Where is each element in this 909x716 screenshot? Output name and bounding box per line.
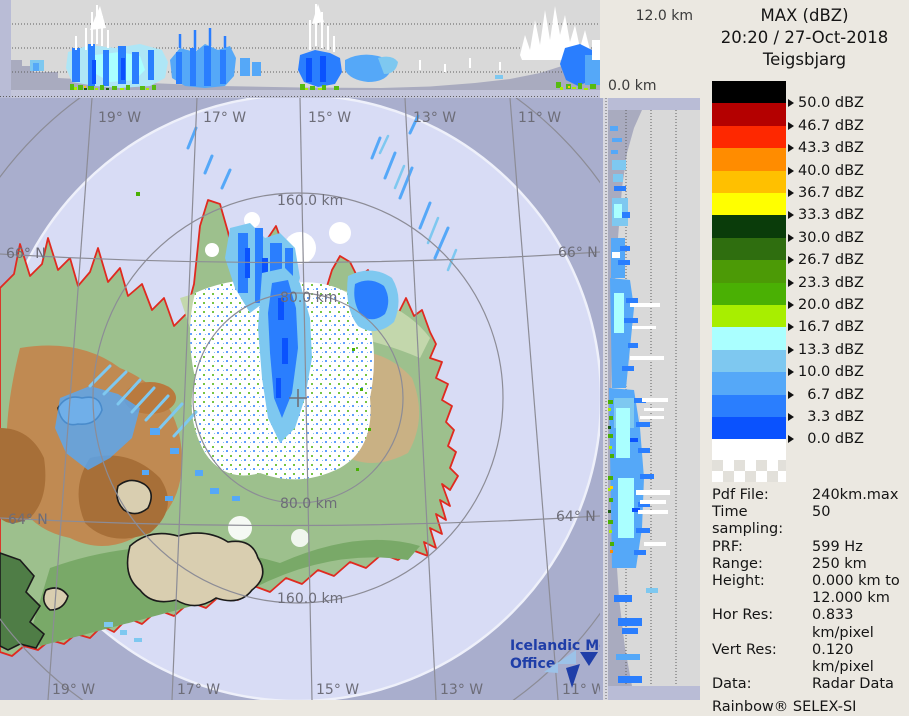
legend-threshold-label: 36.7 dBZ bbox=[788, 185, 864, 201]
legend-threshold-label: 20.0 dBZ bbox=[788, 297, 864, 313]
legend-threshold-label: 26.7 dBZ bbox=[788, 252, 864, 268]
lon-label: 11° W bbox=[518, 110, 561, 126]
lon-label: 11° W bbox=[562, 682, 600, 698]
lat-label: 64° N bbox=[8, 512, 48, 528]
radar-map: 19° W 17° W 15° W 13° W 11° W 19° W 17° … bbox=[0, 98, 600, 700]
radar-map-panel: 19° W 17° W 15° W 13° W 11° W 19° W 17° … bbox=[0, 98, 600, 700]
legend-color-swatch bbox=[712, 103, 786, 125]
metadata-row: 12.000 km bbox=[712, 590, 904, 607]
legend-threshold-label: 43.3 dBZ bbox=[788, 140, 864, 156]
tick-arrow-icon bbox=[788, 167, 794, 175]
legend-threshold-label: 33.3 dBZ bbox=[788, 207, 864, 223]
tick-arrow-icon bbox=[788, 211, 794, 219]
radar-display-window: { "header": { "product": "MAX (dBZ)", "d… bbox=[0, 0, 909, 700]
legend-color-swatch bbox=[712, 148, 786, 170]
range-ring-label: 80.0 km bbox=[280, 496, 337, 512]
metadata-row: Hor Res:0.833 km/pixel bbox=[712, 607, 904, 641]
lon-label: 17° W bbox=[177, 682, 220, 698]
legend-transparent-swatch bbox=[712, 460, 786, 482]
height-scale-corner: 12.0 km 0.0 km bbox=[600, 0, 700, 98]
top-height-profile-panel bbox=[0, 0, 600, 98]
lat-label: 64° N bbox=[556, 509, 596, 525]
legend-color-swatch bbox=[712, 395, 786, 417]
legend-threshold-label: 16.7 dBZ bbox=[788, 319, 864, 335]
lon-label: 17° W bbox=[203, 110, 246, 126]
tick-arrow-icon bbox=[788, 256, 794, 264]
right-height-profile-panel bbox=[600, 98, 700, 700]
legend-threshold-label: 46.7 dBZ bbox=[788, 118, 864, 134]
legend-threshold-label: 13.3 dBZ bbox=[788, 342, 864, 358]
legend-below-zero-swatch bbox=[712, 439, 786, 460]
height-scale-min-label: 0.0 km bbox=[608, 78, 656, 94]
lat-label: 66° N bbox=[558, 245, 598, 261]
metadata-row: Height:0.000 km to bbox=[712, 573, 904, 590]
tick-arrow-icon bbox=[788, 122, 794, 130]
metadata-row: Pdf File:240km.max bbox=[712, 487, 904, 504]
legend-color-swatch bbox=[712, 305, 786, 327]
lon-label: 19° W bbox=[52, 682, 95, 698]
tick-arrow-icon bbox=[788, 346, 794, 354]
metadata-row: PRF:599 Hz bbox=[712, 539, 904, 556]
legend-threshold-label: 10.0 dBZ bbox=[788, 364, 864, 380]
lon-label: 13° W bbox=[440, 682, 483, 698]
range-ring-label: 160.0 km bbox=[277, 591, 343, 607]
legend-threshold-label: 3.3 dBZ bbox=[788, 409, 864, 425]
legend-color-swatch bbox=[712, 81, 786, 103]
legend-color-swatch bbox=[712, 215, 786, 237]
legend-color-swatch bbox=[712, 260, 786, 282]
lon-label: 15° W bbox=[308, 110, 351, 126]
tick-arrow-icon bbox=[788, 413, 794, 421]
top-profile-plot bbox=[0, 0, 600, 98]
legend-threshold-label: 50.0 dBZ bbox=[788, 95, 864, 111]
legend-color-swatch bbox=[712, 126, 786, 148]
tick-arrow-icon bbox=[788, 368, 794, 376]
legend-color-swatch bbox=[712, 238, 786, 260]
metadata-row: Range:250 km bbox=[712, 556, 904, 573]
top-profile-left-margin bbox=[0, 0, 11, 98]
tick-arrow-icon bbox=[788, 99, 794, 107]
legend-color-swatch bbox=[712, 283, 786, 305]
tick-arrow-icon bbox=[788, 301, 794, 309]
legend-threshold-label: 30.0 dBZ bbox=[788, 230, 864, 246]
range-ring-label: 160.0 km bbox=[277, 193, 343, 209]
logo-text-line1: Icelandic Met bbox=[510, 638, 600, 654]
legend-threshold-label: 23.3 dBZ bbox=[788, 275, 864, 291]
metadata-rows: Pdf File:240km.maxTime sampling:50PRF:59… bbox=[712, 487, 904, 693]
tick-arrow-icon bbox=[788, 144, 794, 152]
tick-arrow-icon bbox=[788, 279, 794, 287]
tick-arrow-icon bbox=[788, 435, 794, 443]
legend-color-swatch bbox=[712, 350, 786, 372]
metadata-row: Time sampling:50 bbox=[712, 504, 904, 538]
legend: 50.0 dBZ 46.7 dBZ 43.3 dBZ 40.0 dBZ 36.7 dBZ… bbox=[700, 0, 909, 485]
legend-threshold-label: 0.0 dBZ bbox=[788, 431, 864, 447]
tick-arrow-icon bbox=[788, 234, 794, 242]
right-profile-bottom-band bbox=[608, 686, 700, 700]
height-scale-max-label: 12.0 km bbox=[636, 8, 693, 24]
range-ring-label: 80.0 km bbox=[280, 290, 337, 306]
lon-label: 13° W bbox=[413, 110, 456, 126]
metadata-row: Vert Res:0.120 km/pixel bbox=[712, 642, 904, 676]
legend-color-swatch bbox=[712, 171, 786, 193]
legend-color-swatch bbox=[712, 327, 786, 349]
legend-threshold-label: 6.7 dBZ bbox=[788, 387, 864, 403]
legend-color-swatch bbox=[712, 372, 786, 394]
lon-label: 19° W bbox=[98, 110, 141, 126]
metadata-row: Data:Radar Data bbox=[712, 676, 904, 693]
legend-color-swatch bbox=[712, 417, 786, 439]
tick-arrow-icon bbox=[788, 323, 794, 331]
tick-arrow-icon bbox=[788, 391, 794, 399]
tick-arrow-icon bbox=[788, 189, 794, 197]
lon-label: 15° W bbox=[316, 682, 359, 698]
legend-color-swatch bbox=[712, 193, 786, 215]
right-profile-plot bbox=[600, 98, 700, 700]
legend-threshold-label: 40.0 dBZ bbox=[788, 163, 864, 179]
software-footer: Rainbow® SELEX-SI bbox=[712, 699, 904, 716]
sidebar: MAX (dBZ) 20:20 / 27-Oct-2018 Teigsbjarg… bbox=[700, 0, 909, 700]
lat-label: 66° N bbox=[6, 246, 46, 262]
right-profile-top-band bbox=[608, 98, 700, 110]
scan-metadata: Pdf File:240km.maxTime sampling:50PRF:59… bbox=[712, 487, 904, 716]
